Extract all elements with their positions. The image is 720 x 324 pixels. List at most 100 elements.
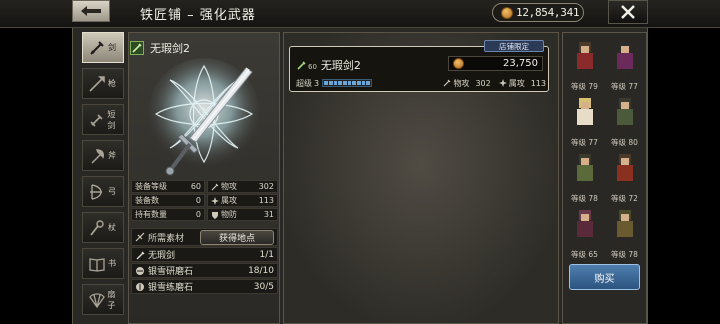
materials-label: 所需素材: [148, 233, 185, 244]
character-level: 等级 79: [571, 82, 598, 91]
material-name: 银雪研磨石: [148, 267, 194, 277]
stat-label: 持有数量: [135, 210, 167, 219]
shop-item-stats: 超级 3 物攻 302 属攻 113: [296, 77, 546, 89]
category-label: 斧: [108, 151, 116, 160]
stat1-label: 物攻: [453, 78, 470, 88]
stat-value: 0: [195, 196, 201, 205]
category-label: 扇子: [107, 289, 116, 310]
character-level: 等级 78: [571, 194, 598, 203]
category-tab-sword[interactable]: 剑: [82, 32, 124, 63]
category-label: 杖: [108, 223, 116, 232]
weapon-name: 无瑕剑2: [150, 42, 190, 55]
stat2-value: 113: [530, 78, 546, 88]
gold-amount: 12,854,341: [516, 6, 580, 19]
character-slot[interactable]: 等级 65: [571, 207, 599, 259]
get-location-button[interactable]: 获得地点: [200, 229, 274, 245]
stat-row: 装备数 0 属攻 113: [131, 194, 278, 207]
character-level: 等级 78: [611, 250, 638, 259]
character-sprite: [617, 154, 633, 192]
character-level: 等级 77: [571, 138, 598, 147]
material-row[interactable]: 无瑕剑 1/1: [131, 247, 278, 262]
category-label: 短剑: [107, 109, 116, 130]
attr-value: 302: [258, 182, 274, 191]
elemental-attack-icon: [498, 79, 507, 87]
materials-icon: [135, 232, 145, 242]
character-slot[interactable]: 等级 78: [611, 207, 639, 259]
page-title: 铁匠铺 – 强化武器: [140, 8, 256, 23]
physical-defense-icon: [212, 211, 218, 219]
axe-icon: [91, 148, 104, 164]
attr-value: 113: [258, 196, 274, 205]
category-tab-axe[interactable]: 斧: [82, 140, 124, 171]
bow-icon: [90, 183, 102, 200]
category-tab-spear[interactable]: 枪: [82, 68, 124, 99]
close-icon: [621, 5, 635, 19]
category-tab-dagger[interactable]: 短剑: [82, 104, 124, 135]
stat-value: 60: [190, 182, 201, 191]
gold-coin-icon: [501, 6, 513, 19]
character-slot[interactable]: 等级 72: [611, 151, 639, 203]
stat2-label: 属攻: [508, 78, 525, 88]
shop-exclusive-badge: 店铺限定: [484, 40, 544, 52]
character-level: 等级 80: [611, 138, 638, 147]
spear-icon: [89, 75, 105, 92]
shop-item-title: 60 无瑕剑2: [296, 57, 361, 73]
staff-icon: [90, 219, 104, 236]
material-row[interactable]: 银雪研磨石 18/10: [131, 263, 278, 278]
elemental-attack-icon: [211, 196, 219, 205]
skill-level: 3: [314, 78, 320, 88]
category-label: 弓: [108, 187, 116, 196]
character-slot[interactable]: 等级 77: [611, 39, 639, 91]
whetstone-icon: [136, 266, 144, 275]
stat-row: 持有数量 0 物防 31: [131, 208, 278, 221]
character-level: 等级 72: [611, 194, 638, 203]
character-sprite: [577, 210, 593, 248]
character-slot[interactable]: 等级 80: [611, 95, 639, 147]
book-icon: [89, 257, 105, 272]
weapon-category-list: 剑枪短剑斧弓杖书扇子: [82, 32, 124, 320]
close-button[interactable]: [608, 0, 648, 24]
category-tab-fan[interactable]: 扇子: [82, 284, 124, 315]
character-sprite: [577, 154, 593, 192]
character-slot[interactable]: 等级 79: [571, 39, 599, 91]
shop-item-price: 23,750: [448, 56, 543, 71]
category-label: 枪: [108, 79, 116, 88]
buy-button[interactable]: 购买: [569, 264, 640, 290]
attr-label: 物防: [221, 210, 237, 219]
category-tab-staff[interactable]: 杖: [82, 212, 124, 243]
skill-label: 超级: [296, 78, 312, 88]
sword-icon: [136, 251, 145, 259]
material-name: 银雪练磨石: [148, 283, 194, 293]
materials-list: 无瑕剑 1/1 银雪研磨石 18/10 银雪练磨石 30/5: [131, 247, 278, 295]
attr-value: 31: [263, 210, 274, 219]
sword-icon: [130, 41, 144, 55]
gold-coin-icon: [453, 58, 464, 69]
gold-counter: 12,854,341: [492, 3, 584, 22]
attr-label: 属攻: [221, 196, 237, 205]
back-button[interactable]: [72, 0, 110, 22]
character-slot[interactable]: 等级 78: [571, 151, 599, 203]
price-value: 23,750: [503, 58, 538, 69]
character-sprite: [617, 98, 633, 136]
character-level: 等级 77: [611, 82, 638, 91]
material-row[interactable]: 银雪练磨石 30/5: [131, 279, 278, 294]
materials-header: 所需素材 获得地点: [131, 228, 278, 246]
dagger-icon: [90, 113, 103, 127]
material-name: 无瑕剑: [148, 251, 176, 261]
stat-label: 装备等级: [135, 182, 167, 191]
shop-item-name: 无瑕剑2: [320, 59, 361, 72]
character-slot[interactable]: 等级 77: [571, 95, 599, 147]
skill-progress-bar: [322, 79, 373, 87]
attr-label: 物攻: [221, 182, 237, 191]
category-tab-book[interactable]: 书: [82, 248, 124, 279]
physical-attack-icon: [444, 79, 451, 87]
stat-row: 装备等级 60 物攻 302: [131, 180, 278, 193]
weapon-header: 无瑕剑2: [130, 40, 190, 56]
sword-illustration: [148, 58, 260, 176]
stat1-value: 302: [475, 78, 491, 88]
back-arrow-icon: [81, 6, 101, 16]
material-count: 1/1: [259, 249, 274, 260]
category-tab-bow[interactable]: 弓: [82, 176, 124, 207]
category-label: 书: [108, 259, 116, 268]
category-label: 剑: [108, 43, 116, 52]
